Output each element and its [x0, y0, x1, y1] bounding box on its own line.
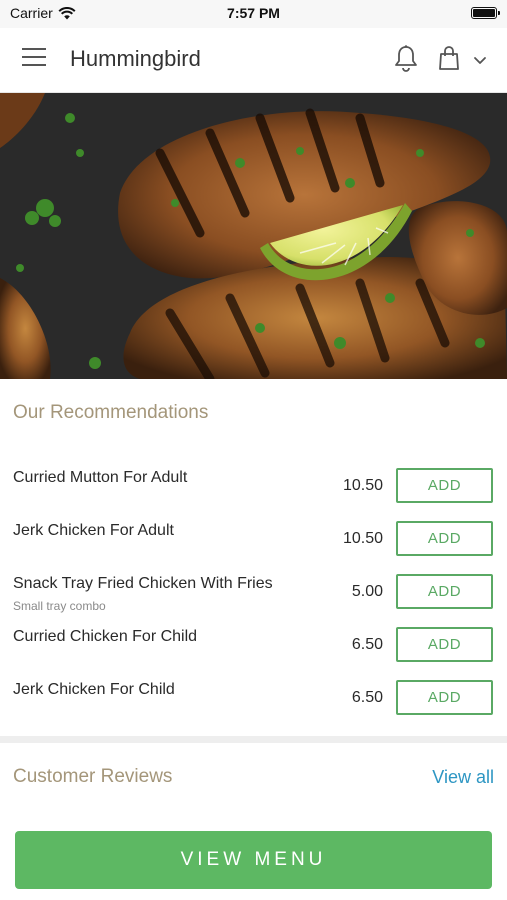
battery-icon — [471, 7, 500, 19]
add-button[interactable]: ADD — [396, 627, 493, 662]
item-price: 10.50 — [342, 477, 383, 494]
list-item: Jerk Chicken For Child 6.50 ADD — [0, 667, 507, 719]
item-name: Curried Chicken For Child — [13, 628, 198, 645]
item-name: Jerk Chicken For Child — [13, 681, 175, 698]
item-subtitle: Small tray combo — [13, 599, 106, 613]
app-title: Hummingbird — [70, 46, 201, 71]
clock: 7:57 PM — [227, 5, 280, 21]
item-price: 5.00 — [351, 583, 383, 600]
add-button[interactable]: ADD — [396, 521, 493, 556]
list-item: Curried Chicken For Child 6.50 ADD — [0, 614, 507, 666]
item-name: Jerk Chicken For Adult — [13, 522, 174, 539]
nav-bar: Hummingbird — [0, 28, 507, 93]
item-name: Curried Mutton For Adult — [13, 469, 188, 486]
item-price: 6.50 — [351, 689, 383, 706]
shopping-bag-icon[interactable] — [436, 44, 464, 74]
hero-image — [0, 93, 507, 379]
status-bar: Carrier 7:57 PM — [0, 0, 507, 28]
reviews-title: Customer Reviews — [13, 766, 173, 787]
add-button[interactable]: ADD — [396, 468, 493, 503]
chevron-down-icon[interactable] — [470, 50, 490, 70]
item-name: Snack Tray Fried Chicken With Fries — [13, 575, 273, 592]
add-button[interactable]: ADD — [396, 574, 493, 609]
item-price: 6.50 — [351, 636, 383, 653]
section-divider — [0, 736, 507, 743]
list-item: Curried Mutton For Adult 10.50 ADD — [0, 455, 507, 507]
hamburger-menu-icon[interactable] — [22, 48, 48, 70]
list-item: Snack Tray Fried Chicken With Fries Smal… — [0, 561, 507, 613]
list-item: Jerk Chicken For Adult 10.50 ADD — [0, 508, 507, 560]
recommendations-title: Our Recommendations — [13, 402, 209, 423]
view-menu-button[interactable]: VIEW MENU — [15, 831, 492, 889]
view-all-link[interactable]: View all — [432, 767, 494, 788]
add-button[interactable]: ADD — [396, 680, 493, 715]
item-price: 10.50 — [342, 530, 383, 547]
bell-icon[interactable] — [392, 44, 420, 74]
